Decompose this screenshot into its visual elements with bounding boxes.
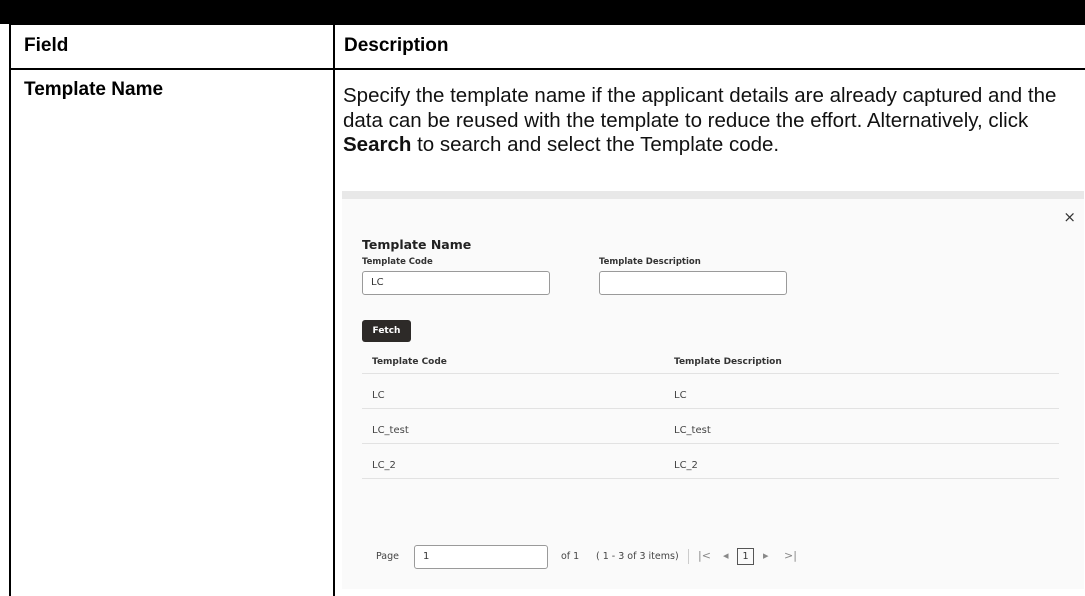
template-description-input[interactable] [599,271,787,295]
table-border-top [9,24,1085,25]
description-text: Specify the template name if the applica… [343,84,1067,158]
row-2-description[interactable]: LC_test [674,425,711,436]
row-3-code[interactable]: LC_2 [372,460,396,471]
current-page-button[interactable]: 1 [737,548,754,565]
column-header-description: Template Description [674,357,782,367]
template-name-dialog: × Template Name Template Code LC Templat… [342,191,1084,589]
fetch-button[interactable]: Fetch [362,320,411,342]
header-description: Description [344,35,449,56]
row-3-description[interactable]: LC_2 [674,460,698,471]
row-2-code[interactable]: LC_test [372,425,409,436]
prev-page-icon[interactable]: ◂ [723,549,729,562]
page-input[interactable]: 1 [414,545,548,569]
page-label: Page [376,551,399,562]
search-keyword: Search [343,133,412,156]
template-code-label: Template Code [362,257,433,267]
last-page-icon[interactable]: >| [784,549,797,562]
item-range: ( 1 - 3 of 3 items) [596,551,679,562]
close-icon[interactable]: × [1063,208,1076,226]
header-divider [9,68,1085,70]
row-divider [362,478,1059,479]
first-page-icon[interactable]: |< [698,549,711,562]
header-field: Field [24,35,69,56]
row-divider [362,443,1059,444]
column-header-code: Template Code [372,357,447,367]
top-rule [0,0,1085,24]
page-count: of 1 [561,551,580,562]
template-code-input[interactable]: LC [362,271,550,295]
row-1-description[interactable]: LC [674,390,687,401]
template-description-label: Template Description [599,257,701,267]
row-1-code[interactable]: LC [372,390,385,401]
next-page-icon[interactable]: ▸ [763,549,769,562]
pager-separator [688,549,689,564]
desc-part-2: to search and select the Template code. [411,133,780,156]
row-divider [362,373,1059,374]
desc-part-1: Specify the template name if the applica… [343,84,1057,132]
field-template-name: Template Name [24,79,164,100]
row-divider [362,408,1059,409]
column-divider [333,24,335,596]
dialog-title: Template Name [362,237,472,252]
table-border-left [9,24,11,596]
